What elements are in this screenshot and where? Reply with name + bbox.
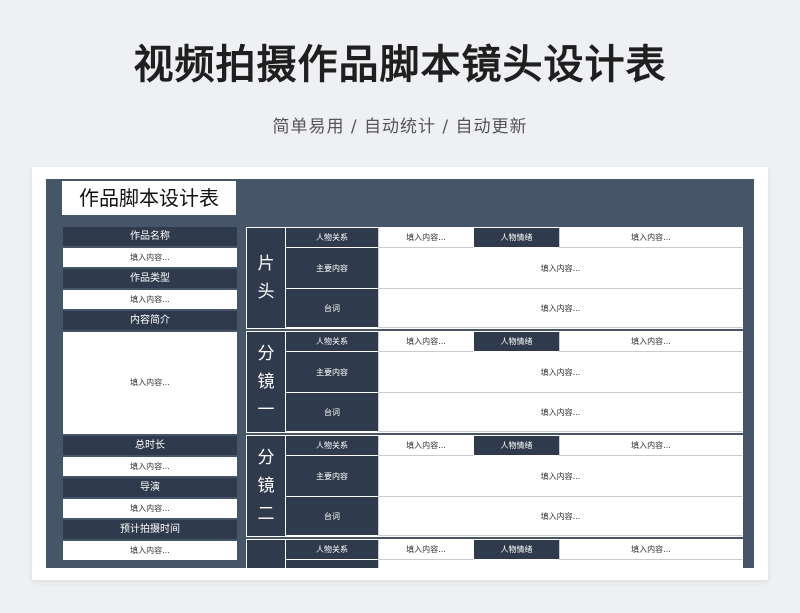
- duration-value[interactable]: 填入内容...: [63, 457, 237, 476]
- shot-section: 人物关系 填入内容... 人物情绪 填入内容...: [246, 539, 743, 568]
- emotion-value[interactable]: 填入内容...: [559, 228, 742, 248]
- shot-label-char: 分: [257, 344, 275, 364]
- sheet-title: 作品脚本设计表: [62, 181, 236, 215]
- content-value[interactable]: [378, 560, 742, 568]
- duration-label: 总时长: [63, 436, 237, 455]
- work-name-value[interactable]: 填入内容...: [63, 248, 237, 267]
- relation-label: 人物关系: [285, 436, 378, 456]
- relation-value[interactable]: 填入内容...: [378, 436, 473, 456]
- emotion-label: 人物情绪: [473, 228, 559, 248]
- emotion-value[interactable]: 填入内容...: [559, 332, 742, 352]
- content-label: 主要内容: [285, 352, 378, 393]
- relation-label: 人物关系: [285, 540, 378, 560]
- page-subtitle: 简单易用 / 自动统计 / 自动更新: [272, 117, 528, 137]
- shot-label-char: 镜: [257, 476, 275, 496]
- relation-value[interactable]: 填入内容...: [378, 228, 473, 248]
- shoot-time-value[interactable]: 填入内容...: [63, 541, 237, 560]
- page-title: 视频拍摄作品脚本镜头设计表: [133, 42, 667, 88]
- relation-value[interactable]: 填入内容...: [378, 332, 473, 352]
- spreadsheet-preview: 作品脚本设计表 作品名称 填入内容... 作品类型 填入内容... 内容简介 填…: [46, 179, 754, 568]
- shot-label-char: 分: [257, 448, 275, 468]
- shot-label: [247, 540, 286, 568]
- work-type-label: 作品类型: [63, 269, 237, 288]
- content-value[interactable]: 填入内容...: [378, 248, 742, 289]
- shot-label-char: 二: [257, 504, 275, 524]
- content-label: 主要内容: [285, 456, 378, 497]
- relation-value[interactable]: 填入内容...: [378, 540, 473, 560]
- shot-label: 片 头: [247, 228, 286, 328]
- shots-panel: 片 头 人物关系 填入内容... 人物情绪 填入内容... 主要内容 填入内容.…: [246, 227, 743, 568]
- shot-section: 片 头 人物关系 填入内容... 人物情绪 填入内容... 主要内容 填入内容.…: [246, 227, 743, 329]
- info-panel: 作品名称 填入内容... 作品类型 填入内容... 内容简介 填入内容... 总…: [63, 227, 237, 562]
- shot-label: 分 镜 二: [247, 436, 286, 536]
- emotion-value[interactable]: 填入内容...: [559, 436, 742, 456]
- relation-label: 人物关系: [285, 228, 378, 248]
- dialogue-value[interactable]: 填入内容...: [378, 497, 742, 536]
- relation-label: 人物关系: [285, 332, 378, 352]
- dialogue-label: 台词: [285, 393, 378, 432]
- shot-label: 分 镜 一: [247, 332, 286, 432]
- emotion-label: 人物情绪: [473, 540, 559, 560]
- shot-section: 分 镜 二 人物关系 填入内容... 人物情绪 填入内容... 主要内容 填入内…: [246, 435, 743, 537]
- synopsis-value[interactable]: 填入内容...: [63, 332, 237, 434]
- shot-label-char: 头: [257, 282, 275, 302]
- content-value[interactable]: 填入内容...: [378, 352, 742, 393]
- dialogue-value[interactable]: 填入内容...: [378, 393, 742, 432]
- dialogue-label: 台词: [285, 497, 378, 536]
- shot-label-char: 一: [257, 400, 275, 420]
- work-type-value[interactable]: 填入内容...: [63, 290, 237, 309]
- content-value[interactable]: 填入内容...: [378, 456, 742, 497]
- shoot-time-label: 预计拍摄时间: [63, 520, 237, 539]
- dialogue-value[interactable]: 填入内容...: [378, 289, 742, 328]
- template-card: 作品脚本设计表 作品名称 填入内容... 作品类型 填入内容... 内容简介 填…: [32, 167, 768, 580]
- shot-label-char: 片: [257, 254, 275, 274]
- content-label: [285, 560, 378, 568]
- emotion-label: 人物情绪: [473, 436, 559, 456]
- synopsis-label: 内容简介: [63, 311, 237, 330]
- emotion-label: 人物情绪: [473, 332, 559, 352]
- shot-label-char: 镜: [257, 372, 275, 392]
- content-label: 主要内容: [285, 248, 378, 289]
- director-label: 导演: [63, 478, 237, 497]
- emotion-value[interactable]: 填入内容...: [559, 540, 742, 560]
- dialogue-label: 台词: [285, 289, 378, 328]
- work-name-label: 作品名称: [63, 227, 237, 246]
- shot-section: 分 镜 一 人物关系 填入内容... 人物情绪 填入内容... 主要内容 填入内…: [246, 331, 743, 433]
- director-value[interactable]: 填入内容...: [63, 499, 237, 518]
